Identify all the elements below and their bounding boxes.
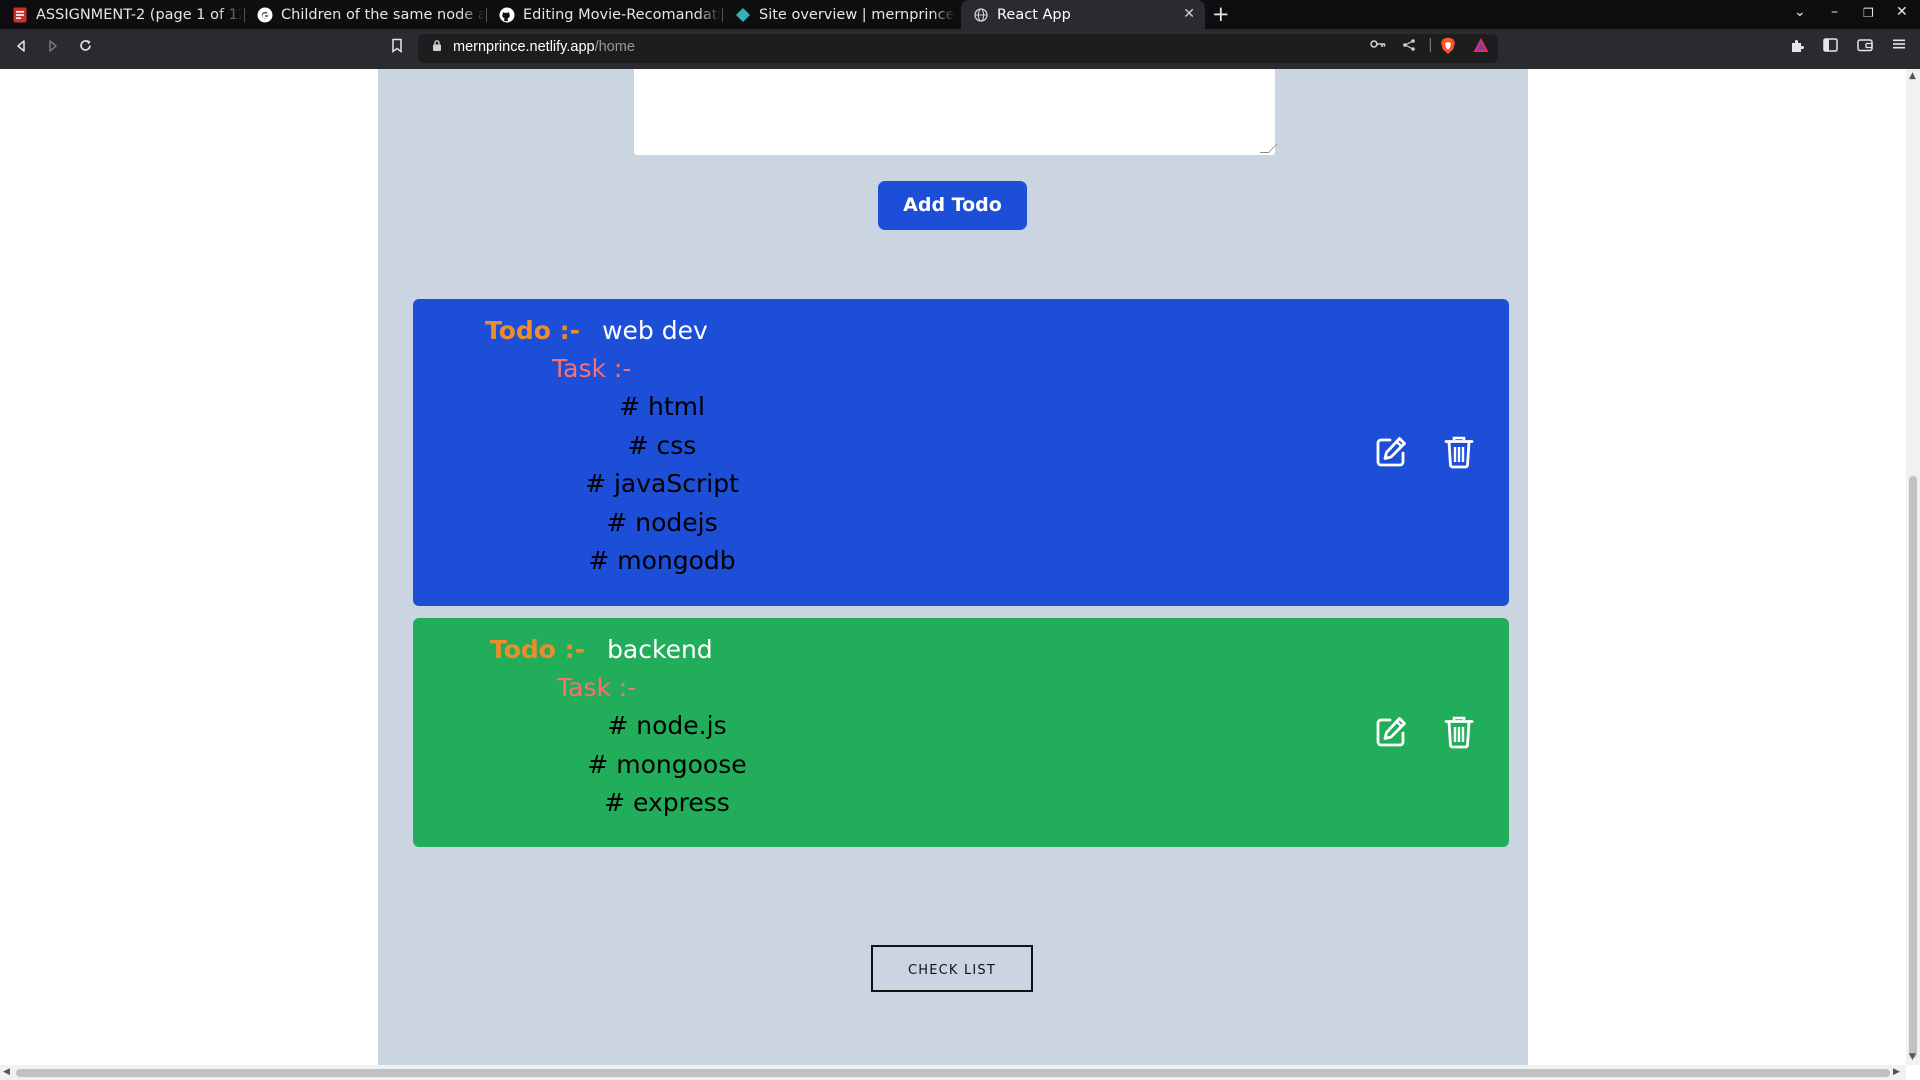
todo-heading: Todo :- backend [490,634,713,666]
edit-icon[interactable] [1374,715,1408,749]
task-item: # nodejs [606,507,718,537]
check-list-button[interactable]: CHECK LIST [871,945,1033,992]
horizontal-scrollbar[interactable]: ◀ ▶ [0,1065,1906,1080]
todo-key-label: Todo :- [490,635,586,664]
menu-icon[interactable] [1893,38,1905,54]
task-item: # javaScript [585,469,739,498]
page-viewport: Add Todo Todo :- web dev Task :- # html #… [0,69,1906,1065]
tab-bar: ASSIGNMENT-2 (page 1 of 12) Children of … [0,0,1920,29]
minimize-icon[interactable]: – [1831,4,1838,20]
close-window-icon[interactable]: ✕ [1896,4,1908,20]
lock-icon[interactable] [432,39,442,56]
bookmark-icon[interactable] [391,38,403,57]
omnibox-divider: | [1428,37,1433,53]
edit-icon[interactable] [1374,435,1408,469]
google-icon [257,7,273,23]
scroll-up-icon[interactable]: ▲ [1909,71,1916,81]
key-icon[interactable] [1370,38,1386,54]
tab-label: Children of the same node are [281,6,485,23]
todo-heading: Todo :- web dev [485,315,708,347]
trash-icon[interactable] [1442,715,1476,749]
description-textarea[interactable] [633,69,1278,156]
tab-label: Editing Movie-Recomandation [523,6,721,23]
pdf-icon [12,7,28,23]
task-item: # css [627,430,697,460]
task-list: # node.js # mongoose # express [587,707,747,823]
task-item: # mongoose [587,749,747,779]
vertical-scroll-thumb[interactable] [1909,476,1917,1058]
forward-icon[interactable] [46,38,60,57]
task-item: # node.js [607,711,727,740]
back-icon[interactable] [14,38,28,57]
reload-icon[interactable] [78,38,93,57]
url-path: /home [594,39,635,55]
tab-label: ASSIGNMENT-2 (page 1 of 12) [36,6,243,23]
task-item: # express [604,788,730,817]
brave-rewards-icon[interactable] [1473,37,1489,57]
task-item: # html [619,392,705,421]
todo-title: backend [607,635,713,664]
resize-handle-icon[interactable] [1259,144,1278,153]
tab-search-chevron-icon[interactable]: ⌄ [1794,4,1806,20]
add-todo-button[interactable]: Add Todo [878,181,1027,230]
scroll-down-icon[interactable]: ▼ [1909,1052,1916,1062]
github-icon [499,7,515,23]
sidebar-icon[interactable] [1823,38,1838,56]
wallet-icon[interactable] [1857,38,1873,56]
horizontal-scroll-thumb[interactable] [16,1069,1890,1077]
todo-key-label: Todo :- [485,316,581,345]
task-item: # mongodb [588,546,736,575]
restore-icon[interactable]: ❐ [1863,6,1874,20]
todo-card: Todo :- web dev Task :- # html # css # ja… [413,299,1509,606]
tab-google-search[interactable]: Children of the same node are [245,0,485,29]
tab-react-app[interactable]: React App ✕ [961,0,1205,29]
tab-netlify[interactable]: Site overview | mernprince [723,0,960,29]
new-tab-icon[interactable]: + [1212,2,1230,26]
share-icon[interactable] [1402,38,1416,56]
trash-icon[interactable] [1442,435,1476,469]
tab-label: Site overview | mernprince [759,6,955,23]
task-list: # html # css # javaScript # nodejs # mon… [582,388,742,581]
url-host: mernprince.netlify.app [453,39,595,55]
extensions-icon[interactable] [1790,38,1805,57]
brave-shield-icon[interactable] [1440,37,1456,59]
vertical-scrollbar[interactable]: ▲ ▼ [1906,69,1920,1065]
task-label: Task :- [557,673,637,702]
netlify-icon [735,7,751,23]
url-text[interactable]: mernprince.netlify.app/home [453,39,635,55]
todo-title: web dev [602,316,708,345]
scroll-right-icon[interactable]: ▶ [1893,1067,1900,1077]
tab-github[interactable]: Editing Movie-Recomandation [487,0,721,29]
tab-label: React App [997,6,1071,23]
close-tab-icon[interactable]: ✕ [1183,6,1195,22]
globe-icon [973,7,989,23]
scroll-left-icon[interactable]: ◀ [3,1067,10,1077]
tab-assignment[interactable]: ASSIGNMENT-2 (page 1 of 12) [0,0,243,29]
todo-card: Todo :- backend Task :- # node.js # mongo… [413,618,1509,847]
task-label: Task :- [552,354,632,383]
